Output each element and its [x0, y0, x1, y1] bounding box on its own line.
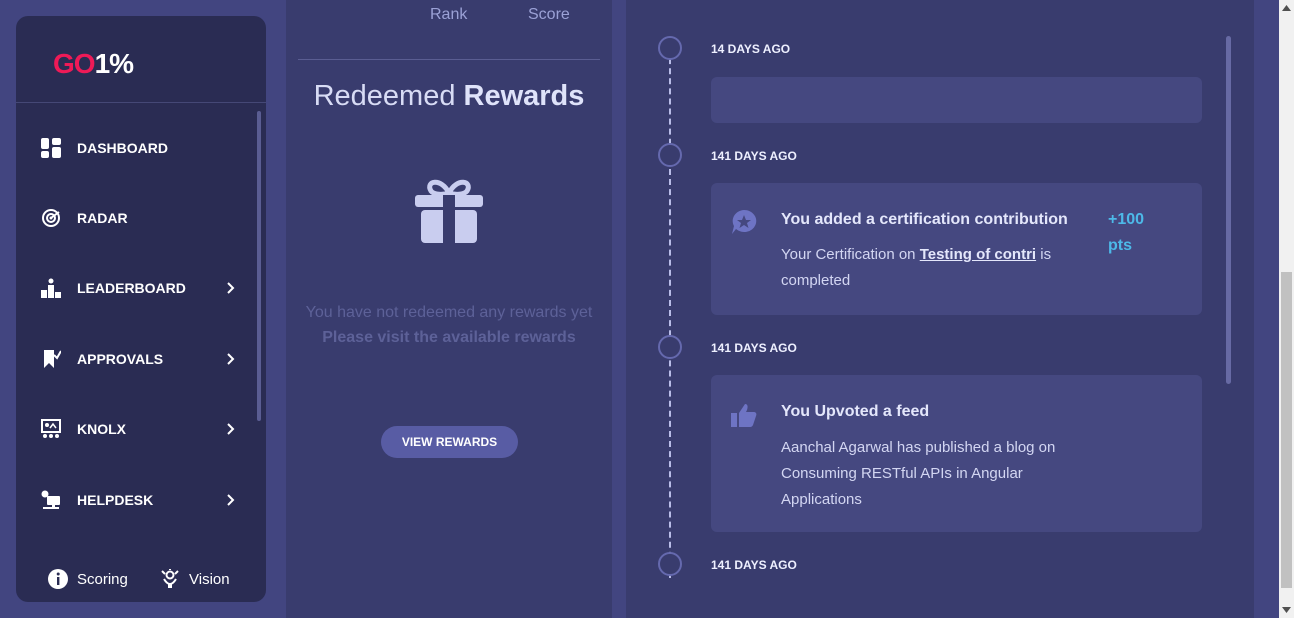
activity-title: You Upvoted a feed: [781, 403, 930, 420]
approvals-icon: [40, 348, 62, 370]
activity-card-certification: You added a certification contribution Y…: [711, 183, 1202, 315]
app-logo[interactable]: GO1%: [53, 48, 134, 80]
rank-header: Rank: [430, 6, 468, 23]
points-value: +100: [1108, 211, 1145, 228]
sidebar-item-label: HELPDESK: [77, 492, 154, 508]
sidebar: GO1% DASHBOARD RADAR LEADERBOARD APPROVA…: [16, 16, 266, 602]
empty-line-2: Please visit the available rewards: [322, 329, 576, 346]
timeline-dot: [658, 143, 682, 167]
sidebar-item-label: LEADERBOARD: [77, 280, 186, 296]
points-earned: +100 pts: [1108, 207, 1144, 259]
body-prefix: Your Certification on: [781, 246, 920, 263]
scoring-label: Scoring: [77, 570, 128, 588]
timeline-dot: [658, 552, 682, 576]
gift-icon: [413, 175, 485, 245]
timeline-dot: [658, 335, 682, 359]
chevron-right-icon: [226, 422, 236, 436]
timeline-date: 141 DAYS AGO: [711, 558, 797, 572]
title-light: Redeemed: [313, 80, 456, 112]
view-rewards-button[interactable]: VIEW REWARDS: [381, 426, 518, 458]
timeline-date: 141 DAYS AGO: [711, 149, 797, 163]
scroll-up-arrow-icon[interactable]: [1282, 3, 1291, 12]
chevron-right-icon: [226, 493, 236, 507]
divider: [298, 59, 600, 60]
score-header: Score: [528, 6, 570, 23]
activity-card-empty: [711, 77, 1202, 123]
chevron-right-icon: [226, 281, 236, 295]
activity-timeline-panel: 14 DAYS AGO 141 DAYS AGO You added a cer…: [626, 0, 1254, 618]
sidebar-item-helpdesk[interactable]: HELPDESK: [16, 480, 256, 520]
activity-title: You added a certification contribution: [781, 211, 1068, 228]
logo-area: GO1%: [16, 16, 266, 103]
activity-body: Your Certification on Testing of contri …: [781, 242, 1071, 294]
rewards-title: Redeemed Rewards: [286, 80, 612, 113]
dashboard-icon: [40, 137, 62, 159]
chevron-right-icon: [226, 352, 236, 366]
sidebar-item-knolx[interactable]: KNOLX: [16, 409, 256, 449]
sidebar-item-leaderboard[interactable]: LEADERBOARD: [16, 268, 256, 308]
empty-line-1: You have not redeemed any rewards yet: [305, 304, 593, 321]
page-scrollbar[interactable]: [1279, 0, 1294, 618]
points-unit: pts: [1108, 237, 1132, 254]
leaderboard-icon: [40, 277, 62, 299]
helpdesk-icon: [40, 489, 62, 511]
title-bold: Rewards: [463, 80, 585, 112]
vision-label: Vision: [189, 570, 230, 588]
info-icon: [47, 568, 69, 590]
logo-go: GO: [53, 48, 96, 79]
scroll-down-arrow-icon[interactable]: [1282, 605, 1291, 614]
timeline-line: [669, 38, 671, 578]
sidebar-item-label: KNOLX: [77, 421, 126, 437]
sidebar-item-label: RADAR: [77, 210, 128, 226]
empty-rewards-message: You have not redeemed any rewards yet Pl…: [298, 300, 600, 350]
page-scrollbar-thumb[interactable]: [1281, 272, 1292, 588]
vision-icon: [159, 568, 181, 590]
knolx-icon: [40, 418, 62, 440]
sidebar-scrollbar[interactable]: [257, 111, 261, 421]
activity-card-upvote: You Upvoted a feed Aanchal Agarwal has p…: [711, 375, 1202, 532]
thumbs-up-icon: [731, 402, 757, 428]
scoring-link[interactable]: Scoring: [47, 568, 128, 590]
timeline-date: 14 DAYS AGO: [711, 42, 791, 56]
sidebar-item-radar[interactable]: RADAR: [16, 198, 256, 238]
timeline-scrollbar[interactable]: [1226, 36, 1231, 384]
activity-body: Aanchal Agarwal has published a blog on …: [781, 439, 1056, 508]
timeline-dot: [658, 36, 682, 60]
radar-icon: [40, 207, 62, 229]
sidebar-item-label: DASHBOARD: [77, 140, 168, 156]
star-badge-icon: [731, 209, 757, 235]
timeline-date: 141 DAYS AGO: [711, 341, 797, 355]
logo-percent: 1%: [94, 48, 134, 79]
certification-link[interactable]: Testing of contri: [920, 246, 1036, 263]
sidebar-item-label: APPROVALS: [77, 351, 164, 367]
sidebar-item-approvals[interactable]: APPROVALS: [16, 339, 256, 379]
rewards-panel: Rank Score Redeemed Rewards You have not…: [286, 0, 612, 618]
vision-link[interactable]: Vision: [159, 568, 230, 590]
sidebar-item-dashboard[interactable]: DASHBOARD: [16, 128, 256, 168]
